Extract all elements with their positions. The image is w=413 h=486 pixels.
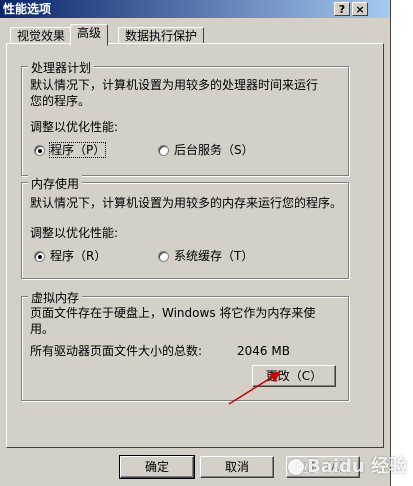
virtual-memory-group: 虚拟内存 页面文件存在于硬盘上，Windows 将它作为内存来使 用。 所有驱动…	[21, 289, 349, 401]
processor-scheduling-legend: 处理器计划	[28, 59, 95, 76]
virtual-memory-description-line1: 页面文件存在于硬盘上，Windows 将它作为内存来使	[30, 306, 316, 320]
tab-label: 数据执行保护	[125, 29, 198, 43]
paging-file-total-label: 所有驱动器页面文件大小的总数:	[30, 344, 203, 358]
memory-description: 默认情况下，计算机设置为用较多的内存来运行您的程序。	[30, 196, 343, 210]
virtual-memory-legend: 虚拟内存	[28, 289, 83, 306]
processor-background-label[interactable]: 后台服务（S）	[174, 143, 254, 157]
tab-advanced[interactable]: 高级	[70, 24, 109, 46]
tab-panel-advanced: 处理器计划 默认情况下，计算机设置为用较多的处理器时间来运行 您的程序。 调整以…	[6, 43, 384, 448]
memory-programs-radio[interactable]	[34, 251, 45, 262]
cancel-button[interactable]: 取消	[200, 456, 274, 478]
help-icon: ?	[338, 3, 346, 16]
cancel-button-label: 取消	[224, 460, 249, 474]
baidu-watermark: Baidu 经验	[286, 452, 407, 478]
annotation-arrow-icon	[228, 371, 281, 405]
processor-adjust-label: 调整以优化性能:	[30, 120, 119, 134]
virtual-memory-description-line2: 用。	[30, 322, 55, 336]
radio-selected-dot	[38, 149, 42, 153]
performance-options-dialog: 性能选项 ? × 视觉效果 高级 数据执行保护 处理器计划 默认情况下，计算机设…	[0, 0, 391, 486]
radio-selected-dot	[38, 255, 42, 259]
title-bar: 性能选项 ? ×	[0, 0, 390, 18]
processor-programs-radio[interactable]	[34, 145, 45, 156]
tab-label: 高级	[77, 26, 102, 40]
baidu-paw-icon	[286, 458, 305, 476]
paging-file-total-value: 2046 MB	[237, 344, 290, 358]
processor-scheduling-group: 处理器计划 默认情况下，计算机设置为用较多的处理器时间来运行 您的程序。 调整以…	[21, 59, 349, 176]
processor-programs-label[interactable]: 程序（P）	[48, 142, 107, 158]
watermark-text: Baidu 经验	[306, 456, 407, 477]
processor-background-radio[interactable]	[158, 145, 169, 156]
ok-button[interactable]: 确定	[119, 455, 195, 479]
memory-programs-label[interactable]: 程序（R）	[50, 249, 106, 263]
help-button[interactable]: ?	[334, 2, 350, 16]
processor-description-line1: 默认情况下，计算机设置为用较多的处理器时间来运行	[30, 78, 319, 92]
memory-cache-label[interactable]: 系统缓存（T）	[174, 249, 253, 263]
close-button[interactable]: ×	[352, 2, 368, 16]
memory-adjust-label: 调整以优化性能:	[30, 226, 119, 240]
ok-button-label: 确定	[144, 460, 169, 474]
memory-usage-group: 内存使用 默认情况下，计算机设置为用较多的内存来运行您的程序。 调整以优化性能:…	[21, 175, 349, 279]
tab-strip: 视觉效果 高级 数据执行保护	[6, 24, 386, 46]
processor-description-line2: 您的程序。	[30, 94, 91, 108]
memory-usage-legend: 内存使用	[28, 175, 83, 192]
window-title: 性能选项	[3, 2, 52, 16]
close-icon: ×	[355, 3, 365, 16]
memory-cache-radio[interactable]	[158, 251, 169, 262]
tab-label: 视觉效果	[17, 29, 66, 43]
